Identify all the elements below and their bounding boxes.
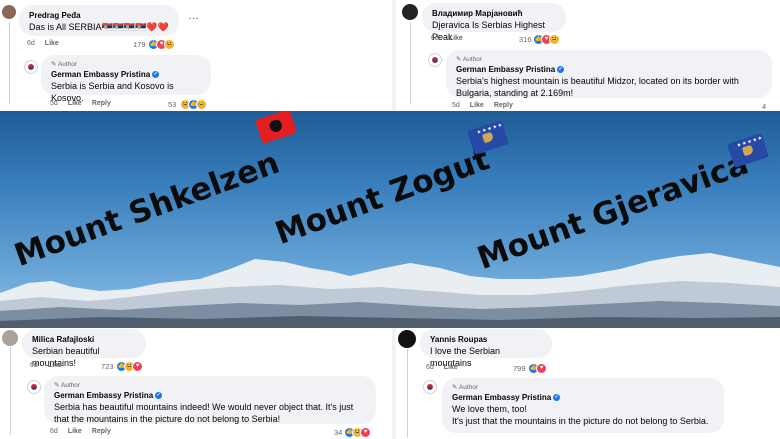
comment-author[interactable]: Владимир Марјановић: [432, 8, 556, 19]
like-button[interactable]: Like: [45, 40, 59, 47]
reply-button[interactable]: Reply: [92, 100, 111, 107]
comment-author[interactable]: Yannis Roupas: [430, 334, 542, 345]
comment-time: 6d: [30, 362, 38, 369]
thread-line: [10, 347, 11, 435]
reply-button[interactable]: Reply: [92, 428, 111, 435]
author-badge: ✎ Author: [452, 384, 479, 391]
reaction-count[interactable]: 4: [762, 102, 766, 111]
care-reaction-icon: 😄: [196, 99, 207, 110]
comment-text: Das is All SERBIA🇷🇸🇷🇸🇷🇸🇷🇸❤️❤️: [29, 22, 169, 32]
reply-author[interactable]: German Embassy Pristina ✓: [54, 390, 366, 401]
reply-actions: 6d Like Reply: [50, 428, 121, 435]
reply-text-line-2: It's just that the mountains in the pict…: [452, 416, 709, 426]
reply-author[interactable]: German Embassy Pristina ✓: [456, 64, 762, 75]
avatar[interactable]: [2, 5, 16, 19]
verified-icon: ✓: [152, 71, 160, 79]
like-button[interactable]: Like: [449, 35, 463, 42]
comment-time: 6d: [27, 40, 35, 47]
reply-bubble: ✎ Author German Embassy Pristina ✓ We lov…: [442, 378, 724, 433]
comment-panel-bottom-right: Yannis Roupas I love the Serbian mountai…: [396, 328, 780, 439]
reaction-count[interactable]: 316: [519, 35, 532, 44]
comment-author[interactable]: Predrag Peđa: [29, 10, 169, 21]
thread-line: [9, 22, 10, 104]
haha-reaction-icon: 😆: [549, 34, 560, 45]
comment-actions: 6d Like: [27, 40, 69, 47]
reply-author[interactable]: German Embassy Pristina ✓: [51, 69, 201, 80]
reaction-count[interactable]: 799: [513, 364, 526, 373]
avatar[interactable]: [402, 4, 418, 20]
verified-icon: ✓: [557, 66, 565, 74]
reply-time: 5d: [452, 102, 460, 109]
comment-bubble: Predrag Peđa Das is All SERBIA🇷🇸🇷🇸🇷🇸🇷🇸❤️…: [19, 5, 179, 36]
author-badge: ✎ Author: [54, 382, 81, 389]
more-options-icon[interactable]: …: [188, 10, 200, 22]
comment-actions: 6d Like: [426, 364, 468, 371]
verified-icon: ✓: [155, 392, 163, 400]
reply-time: 6d: [50, 428, 58, 435]
reply-author[interactable]: German Embassy Pristina ✓: [452, 392, 714, 403]
reply-actions: 5d Like Reply: [50, 100, 121, 107]
love-reaction-icon: ♥: [536, 363, 547, 374]
comment-time: 6d: [426, 364, 434, 371]
reply-bubble: ✎ Author German Embassy Pristina ✓ Serbia…: [446, 50, 772, 98]
comment-author[interactable]: Milica Rafajloski: [32, 334, 136, 345]
thread-line: [407, 349, 408, 437]
reply-bubble: ✎ Author German Embassy Pristina ✓ Serbia…: [41, 55, 211, 103]
reaction-count[interactable]: 34: [334, 428, 342, 437]
comment-bubble: Владимир Марјановић Djeravica Is Serbias…: [422, 3, 566, 42]
comment-actions: 6d Like: [431, 35, 473, 42]
like-button[interactable]: Like: [68, 428, 82, 435]
reply-text: Serbia has beautiful mountains indeed! W…: [54, 402, 354, 424]
like-button[interactable]: Like: [68, 100, 82, 107]
embassy-avatar[interactable]: [423, 380, 437, 394]
reply-bubble: ✎ Author German Embassy Pristina ✓ Serbia…: [44, 376, 376, 424]
comment-panel-top-left: Predrag Peđa Das is All SERBIA🇷🇸🇷🇸🇷🇸🇷🇸❤️…: [0, 0, 392, 111]
haha-reaction-icon: 😆: [164, 39, 175, 50]
comment-bubble: Milica Rafajloski Serbian beautiful moun…: [22, 329, 146, 368]
embassy-avatar[interactable]: [428, 53, 442, 67]
reply-button[interactable]: Reply: [494, 102, 513, 109]
avatar[interactable]: [2, 330, 18, 346]
comment-panel-top-right: Владимир Марјановић Djeravica Is Serbias…: [396, 0, 780, 111]
reply-time: 5d: [50, 100, 58, 107]
author-badge: ✎ Author: [456, 56, 483, 63]
comment-panel-bottom-left: Milica Rafajloski Serbian beautiful moun…: [0, 328, 392, 439]
reply-text: Serbia's highest mountain is beautiful M…: [456, 76, 739, 98]
reaction-count[interactable]: 53: [168, 100, 176, 109]
mountain-photo: Mount Shkelzen Mount Zogut ★★★★★ Mount G…: [0, 111, 780, 328]
love-reaction-icon: ♥: [132, 361, 143, 372]
like-button[interactable]: Like: [470, 102, 484, 109]
thread-line: [410, 22, 411, 104]
comment-actions: 6d Like: [30, 362, 72, 369]
reply-actions: 5d Like Reply: [452, 102, 523, 109]
embassy-avatar[interactable]: [24, 60, 38, 74]
reply-text-line-1: We love them, too!: [452, 404, 527, 414]
comment-bubble: Yannis Roupas I love the Serbian mountai…: [420, 329, 552, 368]
reaction-count[interactable]: 723: [101, 362, 114, 371]
embassy-avatar[interactable]: [27, 380, 41, 394]
author-badge: ✎ Author: [51, 61, 78, 68]
avatar[interactable]: [398, 330, 416, 348]
verified-icon: ✓: [553, 394, 561, 402]
reaction-count[interactable]: 179: [133, 40, 146, 49]
like-button[interactable]: Like: [444, 364, 458, 371]
love-reaction-icon: ♥: [360, 427, 371, 438]
like-button[interactable]: Like: [48, 362, 62, 369]
comment-time: 6d: [431, 35, 439, 42]
